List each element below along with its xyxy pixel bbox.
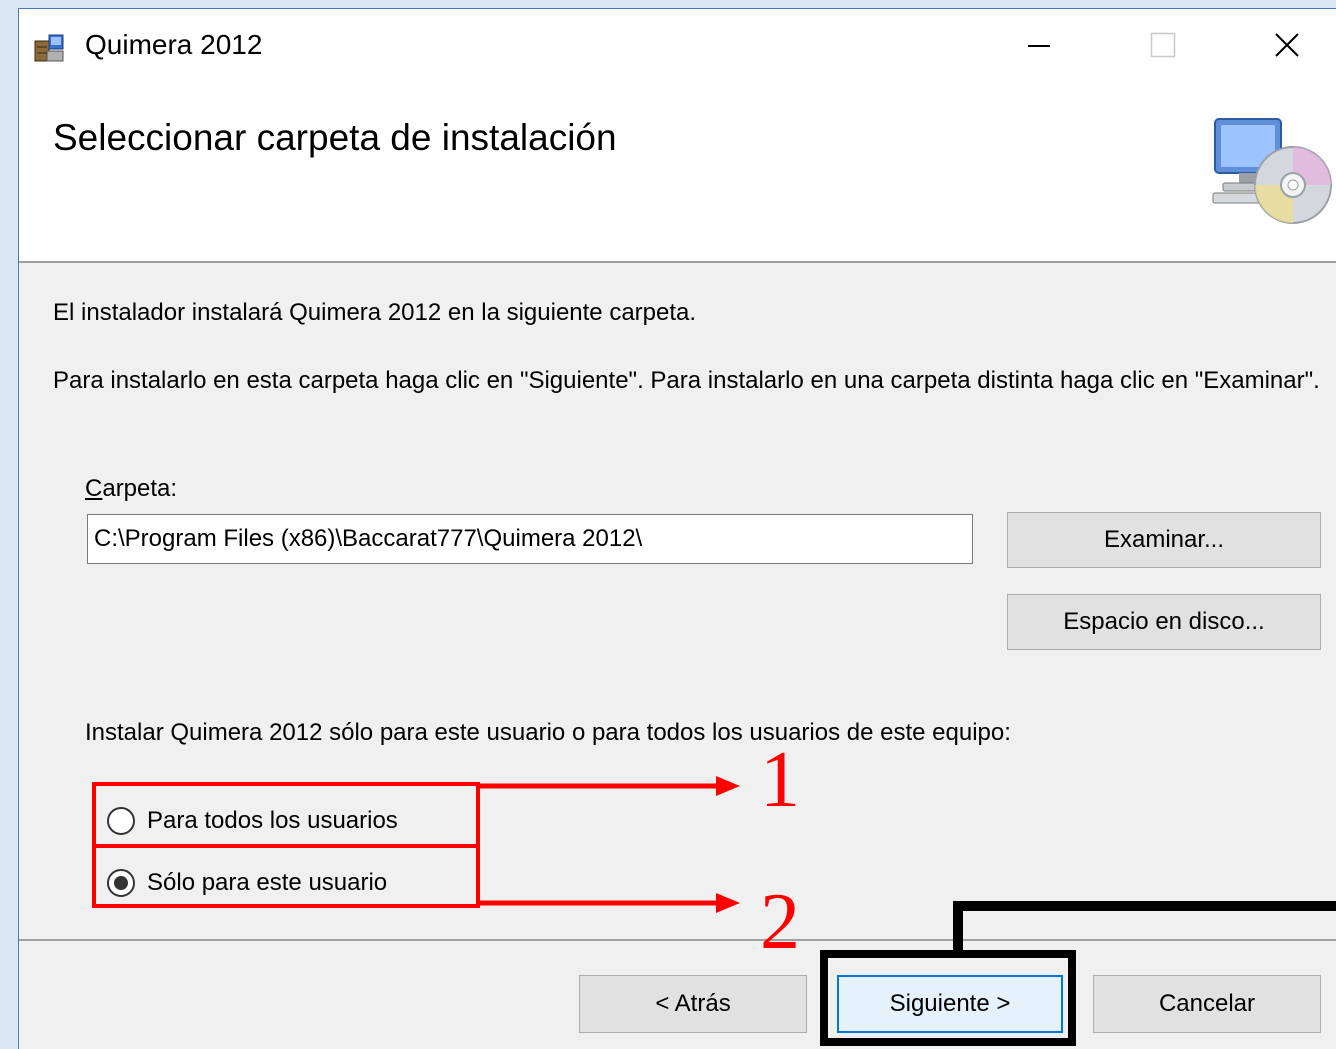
close-button[interactable] [1241, 9, 1333, 81]
intro-text: El instalador instalará Quimera 2012 en … [53, 299, 697, 326]
dialog-header: Seleccionar carpeta de instalación [19, 81, 1336, 263]
back-button[interactable]: < Atrás [579, 975, 807, 1033]
instructions-text: Para instalarlo en esta carpeta haga cli… [53, 367, 1320, 394]
browse-button[interactable]: Examinar... [1007, 512, 1321, 568]
disk-space-button[interactable]: Espacio en disco... [1007, 594, 1321, 650]
radio-button-checked[interactable] [107, 869, 135, 897]
title-bar[interactable]: Quimera 2012 [19, 9, 1336, 81]
page-heading: Seleccionar carpeta de instalación [53, 117, 617, 158]
folder-path-input[interactable] [87, 514, 973, 564]
install-scope-question: Instalar Quimera 2012 sólo para este usu… [85, 719, 1011, 746]
folder-label: Carpeta: [85, 475, 177, 503]
maximize-button[interactable] [1117, 9, 1209, 81]
radio-all-users-label: Para todos los usuarios [147, 807, 398, 834]
footer-separator [19, 939, 1336, 941]
computer-disc-icon [1212, 118, 1332, 224]
radio-all-users[interactable]: Para todos los usuarios [107, 807, 398, 835]
radio-only-me[interactable]: Sólo para este usuario [107, 869, 387, 897]
radio-only-me-label: Sólo para este usuario [147, 869, 388, 896]
folder-label-accelerator: C [85, 475, 103, 502]
installer-window: Quimera 2012 Seleccionar carpeta de inst… [18, 8, 1336, 1049]
cancel-button[interactable]: Cancelar [1093, 975, 1321, 1033]
close-icon [1275, 33, 1299, 57]
window-title: Quimera 2012 [85, 29, 263, 60]
radio-button-unchecked[interactable] [107, 807, 135, 835]
minimize-icon [1028, 45, 1050, 47]
minimize-button[interactable] [993, 9, 1085, 81]
next-button[interactable]: Siguiente > [837, 975, 1063, 1033]
maximize-icon [1150, 32, 1176, 58]
installer-app-icon [34, 34, 64, 62]
folder-label-rest: arpeta: [102, 475, 178, 502]
